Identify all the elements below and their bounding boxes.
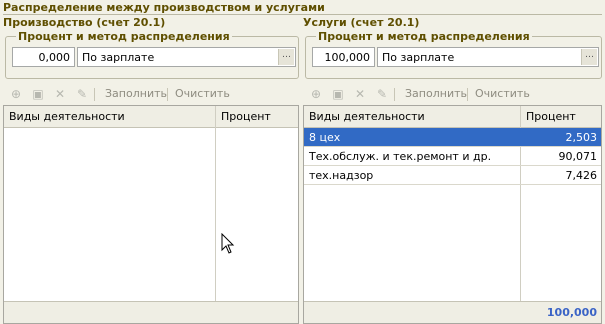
copy-icon[interactable]: ▣ bbox=[31, 87, 45, 101]
table-row[interactable]: тех.надзор 7,426 bbox=[304, 166, 601, 185]
row-activity: Тех.обслуж. и тек.ремонт и др. bbox=[309, 150, 492, 163]
row-percent: 90,071 bbox=[558, 150, 598, 163]
production-table-header: Виды деятельности Процент bbox=[4, 106, 298, 128]
column-header-percent[interactable]: Процент bbox=[221, 110, 271, 123]
column-header-activity[interactable]: Виды деятельности bbox=[309, 110, 425, 123]
table-row[interactable]: Тех.обслуж. и тек.ремонт и др. 90,071 bbox=[304, 147, 601, 166]
services-table[interactable]: Виды деятельности Процент 8 цех 2,503 Те… bbox=[303, 105, 602, 324]
production-table[interactable]: Виды деятельности Процент bbox=[3, 105, 299, 324]
column-header-percent[interactable]: Процент bbox=[526, 110, 576, 123]
services-total: 100,000 bbox=[546, 306, 597, 319]
mouse-cursor-icon bbox=[221, 233, 235, 254]
services-method-value: По зарплате bbox=[382, 51, 455, 64]
production-percent-group: Процент и метод распределения 0,000 По з… bbox=[5, 30, 299, 79]
production-title: Производство (счет 20.1) bbox=[3, 16, 166, 29]
services-title: Услуги (счет 20.1) bbox=[303, 16, 420, 29]
column-divider bbox=[215, 106, 216, 323]
toolbar-separator bbox=[167, 88, 168, 101]
services-toolbar: ⊕ ▣ ✕ ✎ Заполнить Очистить bbox=[303, 85, 602, 103]
production-panel: Производство (счет 20.1) Процент и метод… bbox=[3, 13, 299, 324]
delete-icon[interactable]: ✕ bbox=[353, 87, 367, 101]
copy-icon[interactable]: ▣ bbox=[331, 87, 345, 101]
production-toolbar: ⊕ ▣ ✕ ✎ Заполнить Очистить bbox=[3, 85, 299, 103]
add-icon[interactable]: ⊕ bbox=[309, 87, 323, 101]
select-button-icon[interactable]: … bbox=[581, 49, 597, 65]
services-fill-button[interactable]: Заполнить bbox=[405, 87, 467, 100]
row-activity: 8 цех bbox=[309, 131, 341, 144]
services-table-footer: 100,000 bbox=[304, 301, 601, 323]
row-percent: 2,503 bbox=[565, 131, 598, 144]
row-percent: 7,426 bbox=[565, 169, 598, 182]
services-group-label: Процент и метод распределения bbox=[316, 30, 532, 43]
production-method-field[interactable]: По зарплате … bbox=[77, 47, 296, 67]
column-header-activity[interactable]: Виды деятельности bbox=[9, 110, 125, 123]
distribution-window: Распределение между производством и услу… bbox=[0, 0, 605, 324]
services-percent-input[interactable]: 100,000 bbox=[312, 47, 375, 67]
production-table-footer bbox=[4, 301, 298, 323]
edit-icon[interactable]: ✎ bbox=[375, 87, 389, 101]
row-activity: тех.надзор bbox=[309, 169, 374, 182]
toolbar-separator bbox=[467, 88, 468, 101]
production-method-value: По зарплате bbox=[82, 51, 155, 64]
services-table-header: Виды деятельности Процент bbox=[304, 106, 601, 128]
services-panel: Услуги (счет 20.1) Процент и метод распр… bbox=[303, 13, 602, 324]
delete-icon[interactable]: ✕ bbox=[53, 87, 67, 101]
table-row[interactable]: 8 цех 2,503 bbox=[304, 128, 601, 147]
select-button-icon[interactable]: … bbox=[278, 49, 294, 65]
services-clear-button[interactable]: Очистить bbox=[475, 87, 530, 100]
toolbar-separator bbox=[94, 88, 95, 101]
production-percent-input[interactable]: 0,000 bbox=[12, 47, 75, 67]
services-percent-group: Процент и метод распределения 100,000 По… bbox=[305, 30, 602, 79]
production-group-label: Процент и метод распределения bbox=[16, 30, 232, 43]
toolbar-separator bbox=[394, 88, 395, 101]
production-fill-button[interactable]: Заполнить bbox=[105, 87, 167, 100]
add-icon[interactable]: ⊕ bbox=[9, 87, 23, 101]
edit-icon[interactable]: ✎ bbox=[75, 87, 89, 101]
services-method-field[interactable]: По зарплате … bbox=[377, 47, 599, 67]
production-clear-button[interactable]: Очистить bbox=[175, 87, 230, 100]
